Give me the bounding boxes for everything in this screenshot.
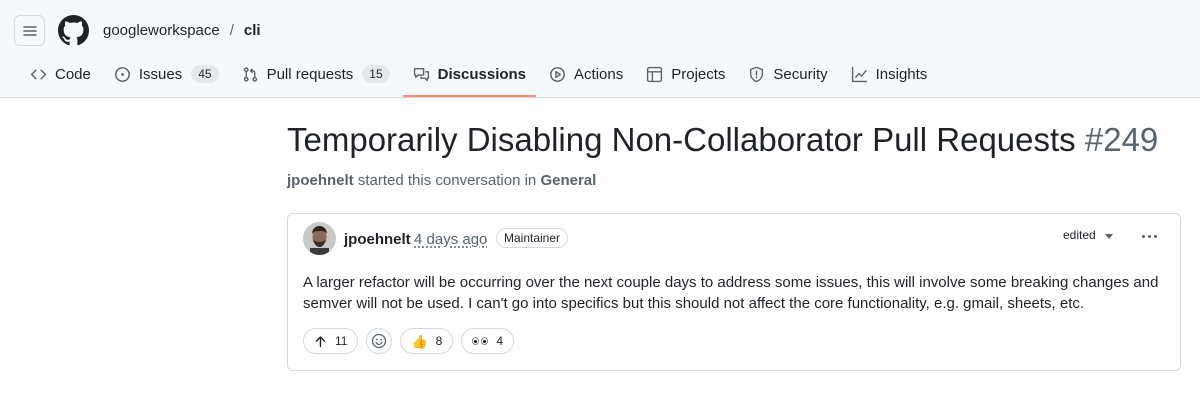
repo-tabs: Code Issues 45 Pull requests 15 Discussi… xyxy=(20,60,940,98)
eyes-count: 4 xyxy=(496,334,504,348)
smiley-icon xyxy=(372,333,387,349)
avatar[interactable] xyxy=(303,222,336,255)
discussion-post: jpoehnelt 4 days ago Maintainer edited A… xyxy=(287,213,1181,371)
discussion-title: Temporarily Disabling Non-Collaborator P… xyxy=(287,120,1158,160)
more-options-button[interactable] xyxy=(1137,226,1161,246)
discussion-meta: jpoehnelt started this conversation in G… xyxy=(287,172,596,190)
maintainer-badge: Maintainer xyxy=(496,228,569,248)
play-icon xyxy=(550,66,565,82)
thumbs-up-icon: 👍 xyxy=(411,333,428,349)
starter-username-link[interactable]: jpoehnelt xyxy=(287,172,354,189)
breadcrumb-separator: / xyxy=(229,22,234,39)
pull-requests-count-badge: 15 xyxy=(362,65,390,83)
breadcrumb-owner[interactable]: googleworkspace xyxy=(103,21,220,40)
arrow-up-icon xyxy=(314,335,327,348)
reaction-eyes[interactable]: 4 xyxy=(461,328,515,354)
git-pull-request-icon xyxy=(243,66,257,82)
shield-icon xyxy=(750,66,764,82)
reaction-thumbs-up[interactable]: 👍 8 xyxy=(400,328,454,354)
breadcrumb-repo[interactable]: cli xyxy=(244,21,261,40)
add-reaction-button[interactable] xyxy=(366,328,393,354)
tab-insights-label: Insights xyxy=(875,65,928,83)
repo-header: googleworkspace / cli Code Issues 45 Pul… xyxy=(0,0,1200,98)
tab-projects[interactable]: Projects xyxy=(636,60,735,88)
tab-issues[interactable]: Issues 45 xyxy=(104,60,229,88)
github-logo-icon[interactable] xyxy=(58,15,89,46)
tab-pull-requests-label: Pull requests xyxy=(266,65,354,83)
thumbs-up-count: 8 xyxy=(435,334,443,348)
reactions-bar: 11 👍 8 4 xyxy=(303,328,515,354)
tab-code-label: Code xyxy=(55,65,91,83)
post-timestamp[interactable]: 4 days ago xyxy=(414,231,487,248)
discussion-title-text: Temporarily Disabling Non-Collaborator P… xyxy=(287,121,1076,158)
edited-label: edited xyxy=(1063,228,1096,242)
tab-discussions-label: Discussions xyxy=(437,65,527,83)
eyes-icon xyxy=(472,337,489,345)
discussion-number: #249 xyxy=(1084,121,1159,158)
kebab-horizontal-icon xyxy=(1141,234,1145,238)
comment-discussion-icon xyxy=(413,67,429,81)
triangle-down-icon xyxy=(1104,233,1113,239)
issues-count-badge: 45 xyxy=(191,65,219,83)
edited-history-dropdown[interactable]: edited xyxy=(1063,228,1113,242)
tab-insights[interactable]: Insights xyxy=(841,60,938,88)
table-icon xyxy=(647,66,663,82)
avatar-image xyxy=(303,222,336,255)
issue-opened-icon xyxy=(114,66,130,82)
tab-projects-label: Projects xyxy=(671,65,726,83)
post-body: A larger refactor will be occurring over… xyxy=(303,274,1159,312)
tab-pull-requests[interactable]: Pull requests 15 xyxy=(232,60,400,88)
tab-code[interactable]: Code xyxy=(20,60,101,88)
upvote-button[interactable]: 11 xyxy=(303,328,359,354)
hamburger-icon xyxy=(22,25,37,36)
graph-icon xyxy=(851,66,867,82)
tab-issues-label: Issues xyxy=(138,65,183,83)
tab-security-label: Security xyxy=(773,65,828,83)
tab-actions[interactable]: Actions xyxy=(539,60,633,88)
post-author-link[interactable]: jpoehnelt xyxy=(344,231,411,248)
upvote-count: 11 xyxy=(335,334,348,348)
started-text: started this conversation in xyxy=(357,172,537,189)
tab-actions-label: Actions xyxy=(574,65,624,83)
tab-discussions[interactable]: Discussions xyxy=(402,60,537,97)
tab-security[interactable]: Security xyxy=(738,60,837,88)
hamburger-menu-button[interactable] xyxy=(14,15,45,46)
breadcrumb: googleworkspace / cli xyxy=(103,21,261,40)
category-link[interactable]: General xyxy=(540,172,596,189)
code-icon xyxy=(30,69,47,79)
